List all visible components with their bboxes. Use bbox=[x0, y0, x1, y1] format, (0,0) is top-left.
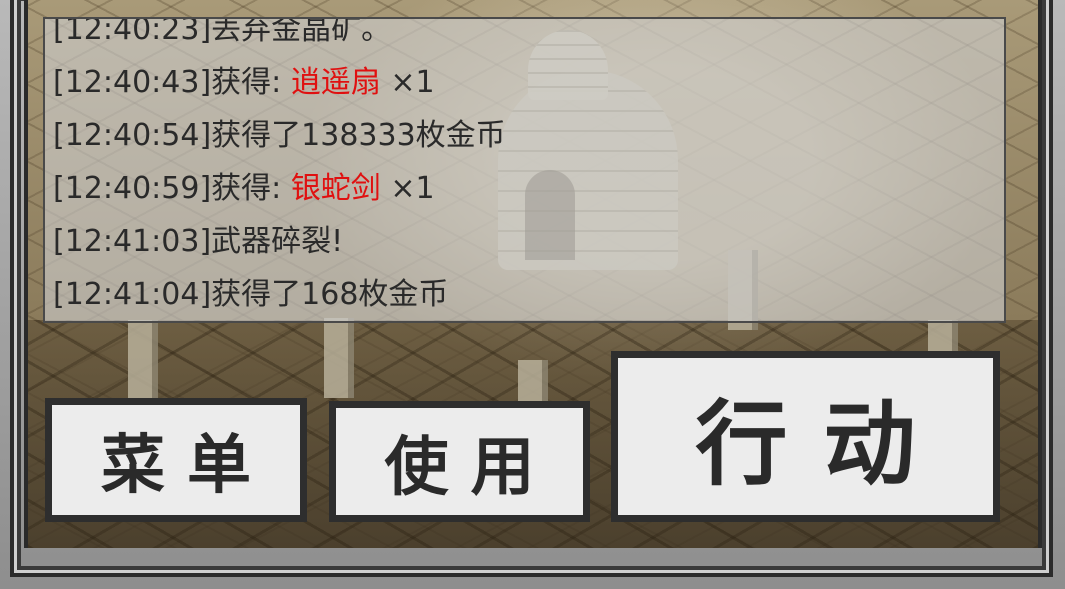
log-time: [12:40:59] bbox=[53, 171, 212, 206]
log-time: [12:40:23] bbox=[53, 17, 212, 47]
log-line: [12:40:23]丢弃金晶矿。 bbox=[53, 17, 996, 56]
use-button[interactable]: 使用 bbox=[329, 401, 590, 522]
log-item-name: 银蛇剑 bbox=[290, 171, 381, 206]
log-item-name: 逍遥扇 bbox=[290, 65, 381, 100]
log-time: [12:40:54] bbox=[53, 118, 212, 153]
log-text: 获得了138333枚金币 bbox=[211, 118, 506, 153]
menu-button[interactable]: 菜单 bbox=[45, 398, 307, 522]
message-log-lines: [12:40:23]丢弃金晶矿。 [12:40:43]获得: 逍遥扇 ×1 [1… bbox=[53, 17, 996, 321]
log-suffix: ×1 bbox=[380, 65, 435, 100]
log-time: [12:41:04] bbox=[53, 277, 212, 312]
log-text: 丢弃金晶矿。 bbox=[211, 17, 392, 47]
log-text: 获得了168枚金币 bbox=[211, 277, 449, 312]
message-log-panel[interactable]: [12:40:23]丢弃金晶矿。 [12:40:43]获得: 逍遥扇 ×1 [1… bbox=[43, 17, 1006, 323]
stone-pillar bbox=[324, 318, 354, 398]
log-line: [12:41:03]武器碎裂! bbox=[53, 215, 996, 268]
log-time: [12:41:03] bbox=[53, 224, 212, 259]
log-line: [12:40:43]获得: 逍遥扇 ×1 bbox=[53, 56, 996, 109]
log-text: 获得: bbox=[211, 65, 291, 100]
action-button[interactable]: 行动 bbox=[611, 351, 1000, 522]
stone-pillar bbox=[128, 320, 158, 400]
log-line: [12:40:54]获得了138333枚金币 bbox=[53, 109, 996, 162]
log-suffix: ×1 bbox=[380, 171, 435, 206]
log-line: [12:41:04]获得了168枚金币 bbox=[53, 268, 996, 321]
log-text: 获得: bbox=[211, 171, 291, 206]
log-time: [12:40:43] bbox=[53, 65, 212, 100]
log-line: [12:40:59]获得: 银蛇剑 ×1 bbox=[53, 162, 996, 215]
log-text: 武器碎裂! bbox=[211, 224, 344, 259]
